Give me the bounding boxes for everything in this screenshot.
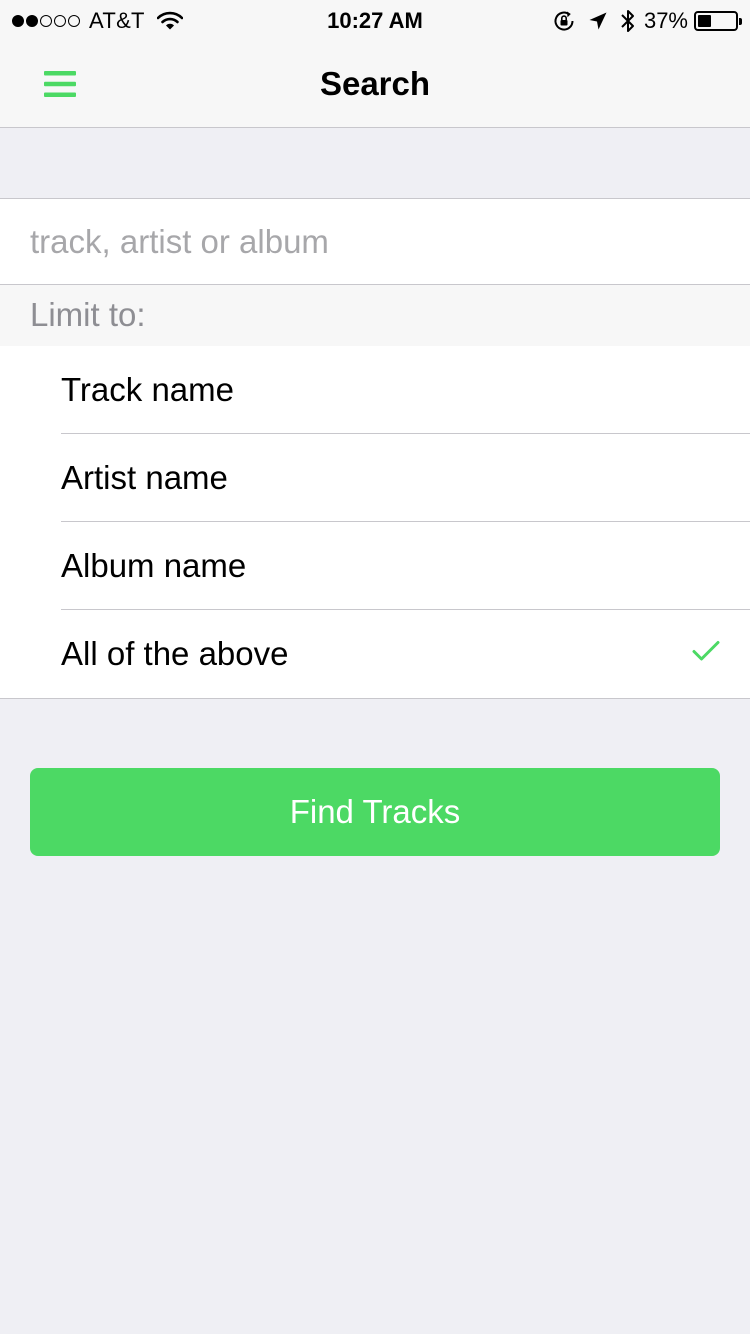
option-artist-name[interactable]: Artist name [0,434,750,522]
limit-section-header: Limit to: [0,285,750,346]
find-tracks-button[interactable]: Find Tracks [30,768,720,856]
search-input[interactable] [30,199,720,284]
battery-percent: 37% [643,8,688,33]
battery-fill [698,15,711,27]
bluetooth-icon [621,10,634,32]
limit-header-label: Limit to: [30,296,146,333]
option-label: Artist name [61,459,228,496]
location-icon [589,12,607,30]
search-field-row [0,198,750,285]
option-label: Track name [61,371,234,408]
option-label: All of the above [61,635,289,672]
top-bar: AT&T 10:27 AM 37% Search [0,0,750,128]
rotation-lock-icon [554,11,574,31]
status-bar: AT&T 10:27 AM 37% [0,0,750,40]
option-label: Album name [61,547,247,584]
screen: AT&T 10:27 AM 37% Search track, artist o… [0,0,750,1334]
limit-options-list: Track name Artist name Album name All of… [0,346,750,699]
battery-icon [694,11,742,31]
option-all-of-the-above[interactable]: All of the above [0,610,750,698]
status-right: 37% [552,7,742,35]
navigation-bar: Search [0,40,750,128]
battery-nub [739,18,742,25]
checkmark-icon [692,641,720,661]
page-title: Search [319,65,431,102]
option-album-name[interactable]: Album name [0,522,750,610]
option-track-name[interactable]: Track name [0,346,750,434]
